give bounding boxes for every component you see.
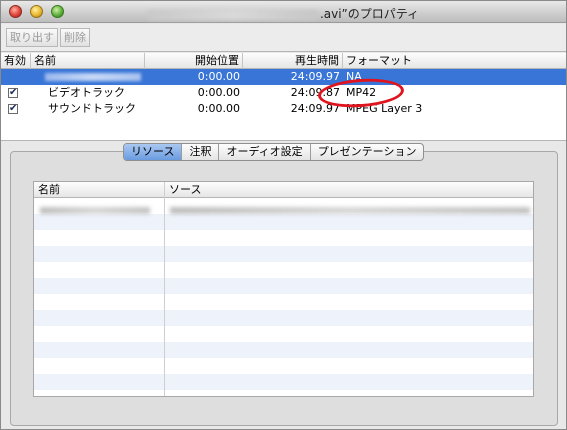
- resources-table: 名前 ソース: [33, 181, 534, 397]
- window-title: .avi”のプロパティ: [1, 5, 566, 22]
- track-row[interactable]: 0:00.00 24:09.97 NA: [1, 69, 566, 85]
- row-stripe: [34, 246, 533, 262]
- row-stripe: [34, 278, 533, 294]
- column-duration[interactable]: 再生時間: [243, 53, 343, 69]
- row-stripe: [34, 214, 533, 230]
- properties-window: .avi”のプロパティ 取り出す 削除 有効 名前 開始位置 再生時間 フォーマ…: [0, 0, 567, 430]
- column-start[interactable]: 開始位置: [145, 53, 243, 69]
- tracks-table-header: 有効 名前 開始位置 再生時間 フォーマット: [1, 53, 566, 69]
- enabled-checkbox[interactable]: ✔: [8, 104, 18, 114]
- track-start: 0:00.00: [197, 102, 240, 115]
- redacted-track-name: [45, 73, 141, 81]
- enabled-checkbox[interactable]: ✔: [8, 88, 18, 98]
- tab-audio-settings[interactable]: オーディオ設定: [219, 144, 311, 160]
- title-bar[interactable]: .avi”のプロパティ: [1, 1, 566, 23]
- column-format[interactable]: フォーマット: [343, 53, 566, 69]
- redacted-filename: [147, 9, 318, 20]
- redacted-resource-source: [170, 207, 530, 214]
- row-stripe: [34, 342, 533, 358]
- track-row[interactable]: ✔ サウンドトラック 0:00.00 24:09.97 MPEG Layer 3: [1, 101, 566, 117]
- track-start: 0:00.00: [197, 86, 240, 99]
- column-enabled[interactable]: 有効: [1, 53, 31, 69]
- resources-table-header: 名前 ソース: [34, 182, 533, 198]
- tab-bar: リソース 注釈 オーディオ設定 プレゼンテーション: [123, 143, 425, 161]
- column-name[interactable]: 名前: [31, 53, 145, 69]
- track-name: サウンドトラック: [48, 102, 136, 115]
- tracks-table: 有効 名前 開始位置 再生時間 フォーマット 0:00.00 24:09.97 …: [1, 53, 566, 141]
- redacted-resource-name: [40, 207, 150, 214]
- track-duration: 24:09.97: [290, 70, 340, 83]
- track-row[interactable]: ✔ ビデオトラック 0:00.00 24:09.87 MP42: [1, 85, 566, 101]
- row-stripe: [34, 310, 533, 326]
- tab-resources[interactable]: リソース: [124, 144, 183, 160]
- extract-button[interactable]: 取り出す: [6, 28, 58, 47]
- column-resource-name[interactable]: 名前: [34, 182, 64, 198]
- tab-presentation[interactable]: プレゼンテーション: [311, 144, 424, 160]
- row-stripe: [34, 374, 533, 390]
- tab-annotations[interactable]: 注釈: [182, 144, 220, 160]
- column-divider: [164, 182, 165, 396]
- track-start: 0:00.00: [197, 70, 240, 83]
- delete-button[interactable]: 削除: [60, 28, 90, 47]
- track-name: ビデオトラック: [48, 86, 125, 99]
- toolbar: 取り出す 削除: [1, 24, 566, 52]
- column-resource-source[interactable]: ソース: [165, 182, 205, 198]
- window-title-suffix: .avi”のプロパティ: [319, 7, 420, 21]
